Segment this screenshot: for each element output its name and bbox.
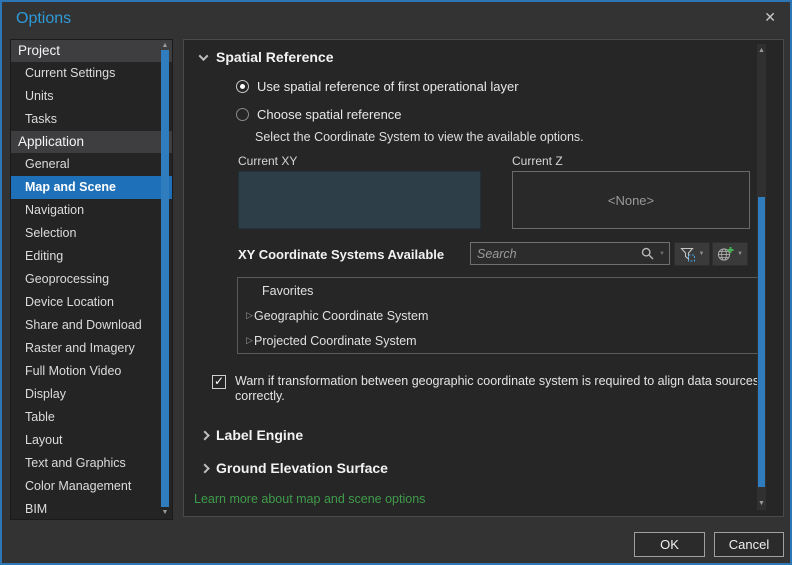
sidebar-item-units[interactable]: Units [11, 85, 172, 108]
sidebar-item-navigation[interactable]: Navigation [11, 199, 172, 222]
sidebar-item-table[interactable]: Table [11, 406, 172, 429]
sidebar-item-text-and-graphics[interactable]: Text and Graphics [11, 452, 172, 475]
expand-right-icon[interactable]: ▷ [238, 335, 254, 346]
globe-add-icon [717, 246, 734, 262]
add-coordinate-system-button[interactable]: ▼ [712, 242, 748, 266]
sidebar-section-project: Project [11, 40, 172, 62]
scroll-down-icon[interactable]: ▼ [160, 508, 170, 517]
coordinate-systems-list: Favorites ▷ Geographic Coordinate System… [237, 277, 766, 354]
chevron-down-icon [198, 50, 209, 61]
current-z-box[interactable]: <None> [512, 171, 750, 229]
chevron-right-icon [199, 430, 210, 440]
section-title: Ground Elevation Surface [216, 460, 388, 476]
xy-systems-available-label: XY Coordinate Systems Available [238, 247, 445, 262]
section-label-engine[interactable]: Label Engine [199, 427, 304, 443]
expand-right-icon[interactable]: ▷ [238, 310, 254, 321]
current-xy-label: Current XY [238, 154, 298, 168]
sidebar-item-tasks[interactable]: Tasks [11, 108, 172, 131]
radio-selected-icon[interactable] [236, 80, 249, 93]
ok-button[interactable]: OK [634, 532, 705, 557]
filter-icon [679, 247, 696, 262]
content-scrollbar[interactable]: ▲ ▼ [757, 44, 766, 510]
sidebar-item-selection[interactable]: Selection [11, 222, 172, 245]
sidebar-scrollbar-thumb[interactable] [161, 50, 169, 507]
sidebar-scrollbar[interactable]: ▲ ▼ [160, 40, 170, 519]
section-ground-elevation-surface[interactable]: Ground Elevation Surface [199, 460, 388, 476]
search-input[interactable] [471, 246, 642, 261]
scroll-up-icon[interactable]: ▲ [757, 46, 766, 55]
sidebar-item-display[interactable]: Display [11, 383, 172, 406]
section-title: Label Engine [216, 427, 304, 443]
list-item-geographic-coordinate-system[interactable]: ▷ Geographic Coordinate System [238, 303, 765, 328]
options-dialog: Options ✕ Project Current Settings Units… [0, 0, 792, 565]
sidebar-section-application: Application [11, 131, 172, 153]
sidebar-item-editing[interactable]: Editing [11, 245, 172, 268]
filter-caret-icon: ▼ [698, 251, 705, 257]
warn-checkbox-label: Warn if transformation between geographi… [235, 374, 760, 403]
section-title: Spatial Reference [216, 49, 334, 65]
checkbox-checked-icon[interactable]: ✓ [212, 374, 226, 389]
sidebar-item-current-settings[interactable]: Current Settings [11, 62, 172, 85]
sidebar-item-full-motion-video[interactable]: Full Motion Video [11, 360, 172, 383]
radio-use-first-layer[interactable]: Use spatial reference of first operation… [236, 79, 519, 94]
radio-choose-spatial-reference[interactable]: Choose spatial reference [236, 107, 402, 122]
globe-caret-icon: ▼ [737, 251, 743, 257]
sidebar-item-color-management[interactable]: Color Management [11, 475, 172, 498]
warn-transformation-checkbox-row[interactable]: ✓ Warn if transformation between geograp… [212, 374, 790, 404]
sidebar-item-device-location[interactable]: Device Location [11, 291, 172, 314]
current-xy-box[interactable] [238, 171, 481, 229]
dialog-title: Options [16, 10, 72, 27]
sidebar-item-bim[interactable]: BIM [11, 498, 172, 521]
search-box: ▼ [470, 242, 670, 265]
options-content-panel: Spatial Reference Use spatial reference … [183, 39, 784, 517]
current-z-label: Current Z [512, 154, 563, 168]
learn-more-link[interactable]: Learn more about map and scene options [194, 492, 425, 506]
sidebar-item-share-and-download[interactable]: Share and Download [11, 314, 172, 337]
current-z-value: <None> [607, 192, 655, 208]
scroll-up-icon[interactable]: ▲ [160, 41, 170, 50]
content-scrollbar-thumb[interactable] [758, 197, 765, 487]
radio-label: Use spatial reference of first operation… [257, 79, 519, 94]
section-spatial-reference[interactable]: Spatial Reference [198, 49, 334, 65]
sidebar-item-general[interactable]: General [11, 153, 172, 176]
sidebar-item-geoprocessing[interactable]: Geoprocessing [11, 268, 172, 291]
sidebar-item-map-and-scene[interactable]: Map and Scene [11, 176, 172, 199]
radio-unselected-icon[interactable] [236, 108, 249, 121]
list-item-favorites[interactable]: Favorites [238, 278, 765, 303]
coordinate-system-hint: Select the Coordinate System to view the… [255, 130, 584, 144]
search-icon[interactable] [641, 247, 654, 260]
filter-button[interactable]: ▼ [674, 242, 710, 266]
sidebar-item-raster-and-imagery[interactable]: Raster and Imagery [11, 337, 172, 360]
radio-label: Choose spatial reference [257, 107, 402, 122]
search-caret-icon[interactable]: ▼ [654, 251, 669, 257]
list-item-projected-coordinate-system[interactable]: ▷ Projected Coordinate System [238, 328, 765, 353]
scroll-down-icon[interactable]: ▼ [757, 499, 766, 508]
sidebar-item-layout[interactable]: Layout [11, 429, 172, 452]
options-sidebar: Project Current Settings Units Tasks App… [10, 39, 173, 520]
cancel-button[interactable]: Cancel [714, 532, 784, 557]
close-icon[interactable]: ✕ [764, 9, 776, 26]
chevron-right-icon [199, 463, 210, 473]
